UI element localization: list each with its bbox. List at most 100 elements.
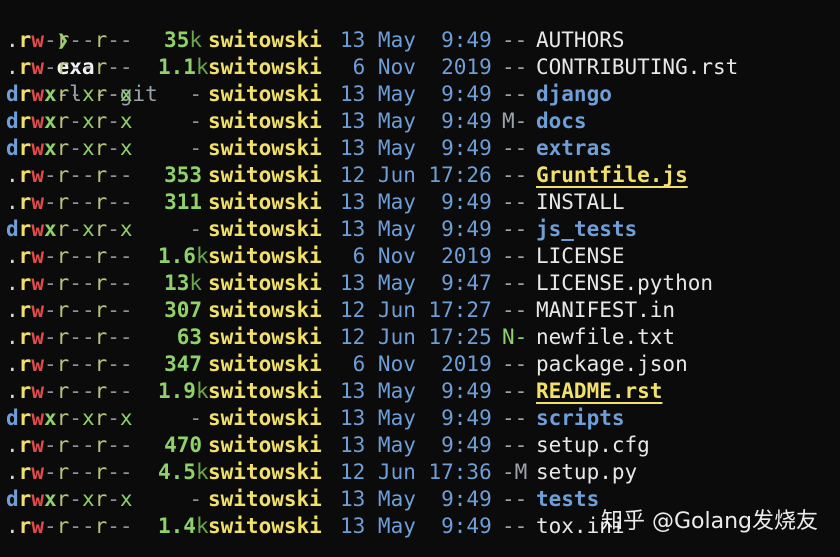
git-status: --: [502, 514, 528, 538]
perm-char: -: [119, 325, 133, 349]
perm-char: r: [56, 271, 70, 295]
file-name: django: [536, 82, 612, 106]
perm-type: .: [6, 433, 19, 457]
perm-char: r: [94, 55, 108, 79]
perm-char: -: [107, 55, 120, 79]
owner: switowski: [208, 163, 322, 187]
perm-char: r: [18, 271, 32, 295]
perm-type: d: [6, 217, 19, 241]
owner: switowski: [208, 55, 322, 79]
list-item: .rw-r--r-- 63 switowski 12 Jun 17:25 N-newfi…: [6, 324, 836, 351]
perm-char: w: [31, 460, 44, 484]
perm-char: -: [43, 514, 57, 538]
perm-char: -: [107, 298, 120, 322]
modified-date: 13 May 9:49: [340, 379, 492, 403]
modified-date: 13 May 9:49: [340, 190, 492, 214]
perm-char: -: [69, 244, 82, 268]
perm-char: r: [18, 244, 32, 268]
perm-char: -: [69, 190, 82, 214]
perm-char: -: [107, 82, 120, 106]
owner: switowski: [208, 406, 322, 430]
perm-char: -: [107, 244, 120, 268]
file-size: 1.1k: [158, 54, 209, 81]
perm-type: .: [6, 298, 19, 322]
terminal-window[interactable]: ❯ exa -l --git .rw-r--r-- 35k switowski 13 …: [0, 0, 840, 557]
perm-char: x: [43, 406, 57, 430]
git-status: --: [502, 298, 528, 322]
git-status: --: [502, 406, 528, 430]
perm-char: x: [81, 109, 95, 133]
modified-date: 13 May 9:49: [340, 28, 492, 52]
size-value: 63: [176, 325, 202, 349]
permissions: .rw-r--r--: [6, 54, 133, 81]
list-item: .rw-r--r-- 1.6k switowski 6 Nov 2019 -- LICE…: [6, 243, 836, 270]
perm-char: r: [56, 136, 70, 160]
perm-char: -: [69, 352, 82, 376]
list-item: drwxr-xr-x - switowski 13 May 9:49 -- django: [6, 81, 836, 108]
owner: switowski: [208, 82, 322, 106]
perm-char: -: [107, 190, 120, 214]
size-value: -: [189, 217, 202, 241]
perm-char: r: [94, 406, 108, 430]
file-size: -: [158, 216, 202, 243]
perm-char: w: [31, 433, 44, 457]
perm-char: -: [81, 190, 95, 214]
file-name: AUTHORS: [536, 28, 625, 52]
file-name: setup.cfg: [536, 433, 650, 457]
permissions: .rw-r--r--: [6, 378, 133, 405]
git-status: --: [502, 433, 528, 457]
perm-char: r: [18, 298, 32, 322]
size-value: 1.9: [158, 379, 196, 403]
perm-type: .: [6, 460, 19, 484]
perm-type: d: [6, 109, 19, 133]
owner: switowski: [208, 190, 322, 214]
perm-char: w: [31, 487, 44, 511]
perm-char: r: [18, 190, 32, 214]
perm-char: -: [81, 433, 95, 457]
perm-char: r: [18, 82, 32, 106]
perm-char: r: [94, 163, 108, 187]
perm-char: w: [31, 163, 44, 187]
perm-char: -: [119, 271, 133, 295]
perm-char: r: [18, 406, 32, 430]
perm-char: r: [18, 379, 32, 403]
perm-char: -: [119, 460, 133, 484]
perm-type: .: [6, 55, 19, 79]
perm-char: -: [119, 163, 133, 187]
perm-char: r: [18, 163, 32, 187]
modified-date: 13 May 9:49: [340, 136, 492, 160]
perm-char: -: [119, 298, 133, 322]
file-name: README.rst: [536, 379, 663, 403]
perm-char: -: [69, 55, 82, 79]
perm-char: -: [107, 460, 120, 484]
modified-date: 12 Jun 17:36: [340, 460, 492, 484]
file-size: 307: [158, 297, 202, 324]
file-size: 1.4k: [158, 513, 209, 540]
perm-char: r: [18, 217, 32, 241]
perm-type: d: [6, 136, 19, 160]
perm-char: -: [43, 433, 57, 457]
perm-char: x: [119, 109, 133, 133]
perm-char: r: [56, 352, 70, 376]
perm-char: w: [31, 136, 44, 160]
file-size: 1.6k: [158, 243, 209, 270]
watermark: 知乎 @Golang发烧友: [600, 509, 818, 534]
perm-char: -: [81, 163, 95, 187]
list-item: .rw-r--r-- 35k switowski 13 May 9:49 -- AUTHO…: [6, 27, 836, 54]
perm-char: -: [69, 379, 82, 403]
perm-char: r: [94, 487, 108, 511]
perm-char: -: [69, 163, 82, 187]
perm-char: -: [119, 433, 133, 457]
perm-char: -: [69, 109, 82, 133]
perm-char: x: [119, 217, 133, 241]
perm-char: -: [107, 28, 120, 52]
git-status: --: [502, 136, 528, 160]
size-value: 4.5: [158, 460, 196, 484]
perm-char: -: [69, 325, 82, 349]
perm-char: x: [119, 487, 133, 511]
perm-char: -: [43, 460, 57, 484]
perm-char: w: [31, 55, 44, 79]
perm-char: r: [56, 190, 70, 214]
size-value: -: [189, 487, 202, 511]
perm-char: -: [69, 406, 82, 430]
